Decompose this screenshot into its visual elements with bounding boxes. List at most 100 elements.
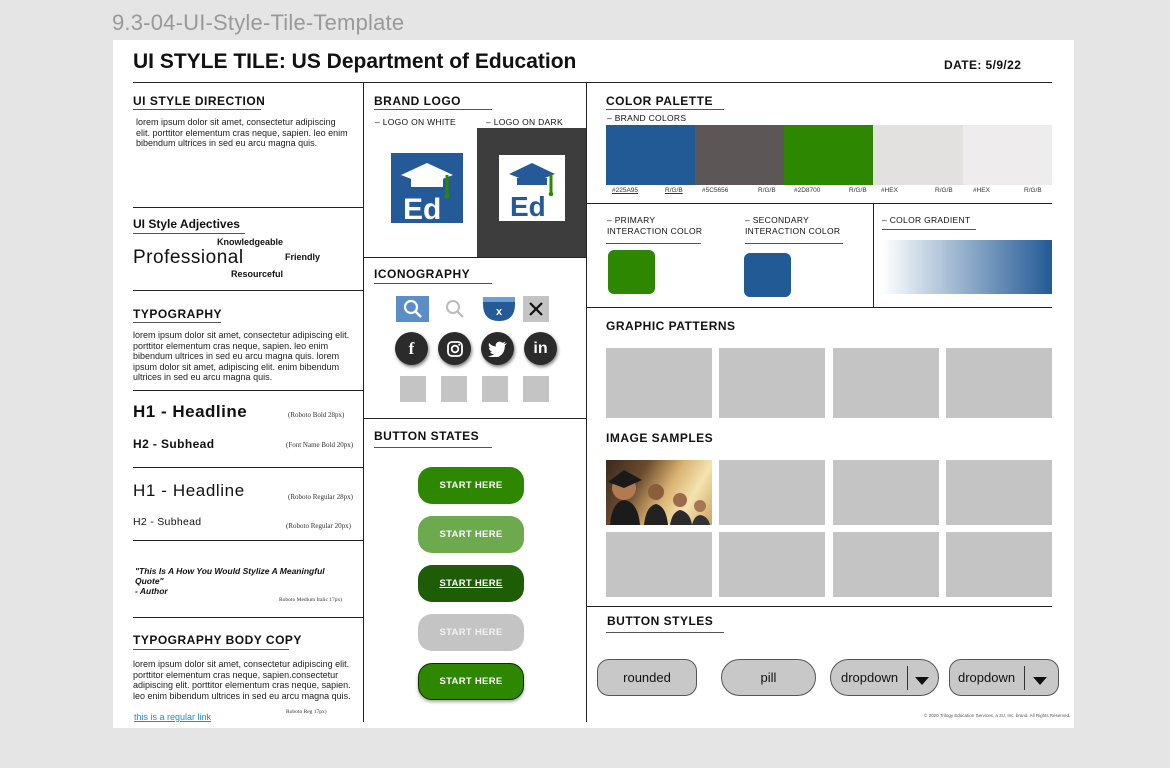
divider <box>586 203 1052 204</box>
search-light-icon[interactable] <box>442 296 468 322</box>
icon-placeholder <box>523 376 549 402</box>
adjectives-title: UI Style Adjectives <box>133 217 240 231</box>
dropdown-label: dropdown <box>841 670 899 685</box>
underline <box>133 233 245 234</box>
pattern-placeholder <box>833 348 939 418</box>
image-placeholder <box>719 460 825 525</box>
underline <box>606 632 724 633</box>
swatch-blue <box>606 125 695 185</box>
twitter-icon[interactable] <box>481 332 514 365</box>
icon-placeholder <box>482 376 508 402</box>
image-placeholder <box>719 532 825 597</box>
h2-regular-spec: (Roboto Regular 20px) <box>286 522 351 530</box>
divider <box>363 257 586 258</box>
quote-spec: Roboto Medium Italic 17px) <box>279 597 343 603</box>
pattern-placeholder <box>606 348 712 418</box>
adjective-knowledgeable: Knowledgeable <box>217 237 284 247</box>
underline <box>606 109 724 110</box>
swatch-rgb: R/G/B <box>1024 187 1042 194</box>
swatch-off-white <box>963 125 1052 185</box>
chevron-down-icon <box>1033 674 1047 689</box>
body-copy-text: lorem ipsum dolor sit amet, consectetur … <box>133 659 351 701</box>
ui-style-direction-title: UI STYLE DIRECTION <box>133 94 266 108</box>
swatch-hex: #HEX <box>973 187 990 194</box>
color-gradient-label: – COLOR GRADIENT <box>882 215 971 225</box>
h1-bold-sample: H1 - Headline <box>133 402 248 421</box>
logo-text: Ed <box>510 191 546 221</box>
swatch-rgb: R/G/B <box>935 187 953 194</box>
dropdown-separator <box>1024 666 1025 690</box>
footer-copyright: © 2020 Trilogy Education Services, a 2U,… <box>924 713 1071 718</box>
swatch-rgb: R/G/B <box>758 187 776 194</box>
primary-interaction-swatch <box>608 250 655 294</box>
divider <box>133 617 363 618</box>
logo-text: Ed <box>403 193 441 223</box>
pattern-placeholder <box>719 348 825 418</box>
divider <box>586 307 1052 308</box>
dropdown-button-rounded[interactable]: dropdown <box>949 659 1059 696</box>
underline <box>606 243 701 244</box>
chevron-down-icon <box>915 674 929 689</box>
search-icon[interactable] <box>396 296 429 322</box>
close-icon[interactable] <box>523 296 549 322</box>
underline <box>745 243 843 244</box>
swatch-rgb: R/G/B <box>849 187 867 194</box>
button-state-default[interactable]: START HERE <box>418 467 524 504</box>
divider <box>363 418 586 419</box>
date-label: DATE: 5/9/22 <box>944 58 1022 72</box>
frame-label: 9.3-04-UI-Style-Tile-Template <box>112 10 405 35</box>
instagram-icon[interactable] <box>438 332 471 365</box>
image-placeholder <box>606 532 712 597</box>
color-palette-title: COLOR PALETTE <box>606 94 713 108</box>
divider <box>873 203 874 307</box>
rounded-button[interactable]: rounded <box>597 659 697 696</box>
body-copy-spec: Roboto Reg 17px) <box>286 709 327 715</box>
graduate-photo <box>606 460 712 525</box>
button-state-disabled[interactable]: START HERE <box>418 614 524 651</box>
underline <box>882 229 976 230</box>
dropdown-button-pill[interactable]: dropdown <box>830 659 939 696</box>
badge-close-icon[interactable]: x <box>482 296 516 322</box>
h2-bold-spec: (Font Name Bold 20px) <box>286 441 354 449</box>
button-states-title: BUTTON STATES <box>374 429 480 443</box>
swatch-light-gray <box>873 125 963 185</box>
swatch-green <box>784 125 873 185</box>
header-divider <box>133 82 1052 83</box>
divider <box>133 290 363 291</box>
typography-title: TYPOGRAPHY <box>133 307 223 321</box>
button-state-active[interactable]: START HERE <box>418 565 524 602</box>
divider <box>133 390 363 391</box>
underline <box>133 649 289 650</box>
ui-style-direction-body: lorem ipsum dolor sit amet, consectetur … <box>136 117 348 148</box>
image-placeholder <box>833 460 939 525</box>
underline <box>133 109 261 110</box>
typography-body: lorem ipsum dolor sit amet, consectetur … <box>133 330 350 382</box>
button-styles-title: BUTTON STYLES <box>607 614 714 628</box>
brand-logo-title: BRAND LOGO <box>374 94 461 108</box>
linkedin-icon[interactable]: in <box>524 332 557 365</box>
underline <box>374 447 492 448</box>
swatch-hex: #225A95 <box>612 187 639 194</box>
brand-colors-label: – BRAND COLORS <box>607 113 687 123</box>
underline <box>133 322 221 323</box>
divider <box>133 540 363 541</box>
pill-button[interactable]: pill <box>721 659 816 696</box>
swatch-hex: #2D8700 <box>794 187 821 194</box>
logo-on-dark: Ed <box>499 155 565 222</box>
h2-regular-sample: H2 - Subhead <box>133 516 202 528</box>
regular-link[interactable]: this is a regular link <box>134 712 211 722</box>
h2-bold-sample: H2 - Subhead <box>133 437 215 451</box>
adjective-professional: Professional <box>133 247 244 268</box>
facebook-icon[interactable]: f <box>395 332 428 365</box>
adjective-resourceful: Resourceful <box>231 269 284 279</box>
swatch-rgb: R/G/B <box>665 187 683 194</box>
dropdown-label: dropdown <box>958 670 1016 685</box>
column-divider-1 <box>363 82 364 722</box>
secondary-interaction-swatch <box>744 253 791 297</box>
column-divider-2 <box>586 82 587 722</box>
swatch-gray <box>695 125 784 185</box>
button-state-focus[interactable]: START HERE <box>418 663 524 700</box>
button-state-hover[interactable]: START HERE <box>418 516 524 553</box>
pattern-placeholder <box>946 348 1052 418</box>
logo-on-dark-label: – LOGO ON DARK <box>486 117 563 127</box>
